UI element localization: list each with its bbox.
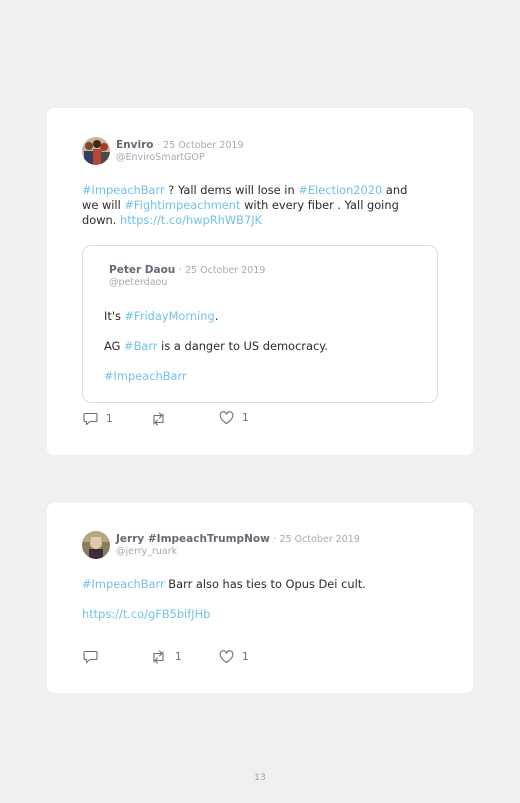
- hashtag[interactable]: #ImpeachBarr: [82, 183, 165, 197]
- heart-icon: [219, 650, 234, 664]
- tweet-text: #ImpeachBarr ? Yall dems will lose in #E…: [82, 183, 408, 227]
- hashtag[interactable]: #ImpeachBarr: [82, 577, 165, 591]
- hashtag[interactable]: #Fightimpeachment: [124, 198, 240, 212]
- like-button[interactable]: 1: [219, 650, 249, 664]
- hashtag[interactable]: #Election2020: [298, 183, 382, 197]
- quoted-tweet-date: · 25 October 2019: [178, 265, 266, 276]
- tweet-date: · 25 October 2019: [157, 140, 244, 151]
- quoted-author-handle[interactable]: @peterdaou: [109, 277, 167, 288]
- avatar[interactable]: [82, 531, 110, 559]
- author-name[interactable]: Jerry #ImpeachTrumpNow · 25 October 2019: [116, 533, 360, 545]
- reply-icon: [83, 650, 98, 664]
- reply-count: 1: [106, 413, 113, 425]
- quoted-author-name[interactable]: Peter Daou · 25 October 2019: [109, 264, 265, 276]
- retweet-icon: [153, 412, 164, 426]
- page-number: 13: [254, 773, 266, 783]
- like-count: 1: [242, 412, 249, 424]
- tweet-date: · 25 October 2019: [273, 534, 360, 545]
- like-count: 1: [242, 651, 249, 663]
- retweet-icon: [153, 650, 164, 664]
- quoted-tweet-text: It's #FridayMorning. AG #Barr is a dange…: [104, 309, 328, 383]
- heart-icon: [219, 411, 234, 425]
- tweet-card: Jerry #ImpeachTrumpNow · 25 October 2019…: [47, 503, 473, 693]
- hashtag[interactable]: #Barr: [124, 339, 158, 353]
- quoted-tweet[interactable]: Peter Daou · 25 October 2019 @peterdaou …: [82, 245, 438, 403]
- author-name[interactable]: Enviro · 25 October 2019: [116, 139, 244, 151]
- reply-button[interactable]: 1: [83, 412, 113, 426]
- retweet-button[interactable]: 1: [150, 650, 182, 664]
- tweet-text: #ImpeachBarr Barr also has ties to Opus …: [82, 577, 366, 621]
- hashtag[interactable]: #ImpeachBarr: [104, 369, 187, 383]
- like-button[interactable]: 1: [219, 411, 249, 425]
- tweet-link[interactable]: https://t.co/gFB5bifJHb: [82, 607, 210, 621]
- hashtag[interactable]: #FridayMorning: [125, 309, 215, 323]
- tweet-link[interactable]: https://t.co/hwpRhWB7JK: [120, 213, 262, 227]
- reply-icon: [83, 412, 98, 426]
- tweet-card: Enviro · 25 October 2019 @EnviroSmartGOP…: [47, 108, 473, 455]
- author-handle[interactable]: @jerry_ruark: [116, 546, 177, 557]
- author-handle[interactable]: @EnviroSmartGOP: [116, 152, 205, 163]
- retweet-count: 1: [175, 651, 182, 663]
- avatar[interactable]: [82, 137, 110, 165]
- retweet-button[interactable]: [150, 412, 175, 426]
- reply-button[interactable]: [83, 650, 106, 664]
